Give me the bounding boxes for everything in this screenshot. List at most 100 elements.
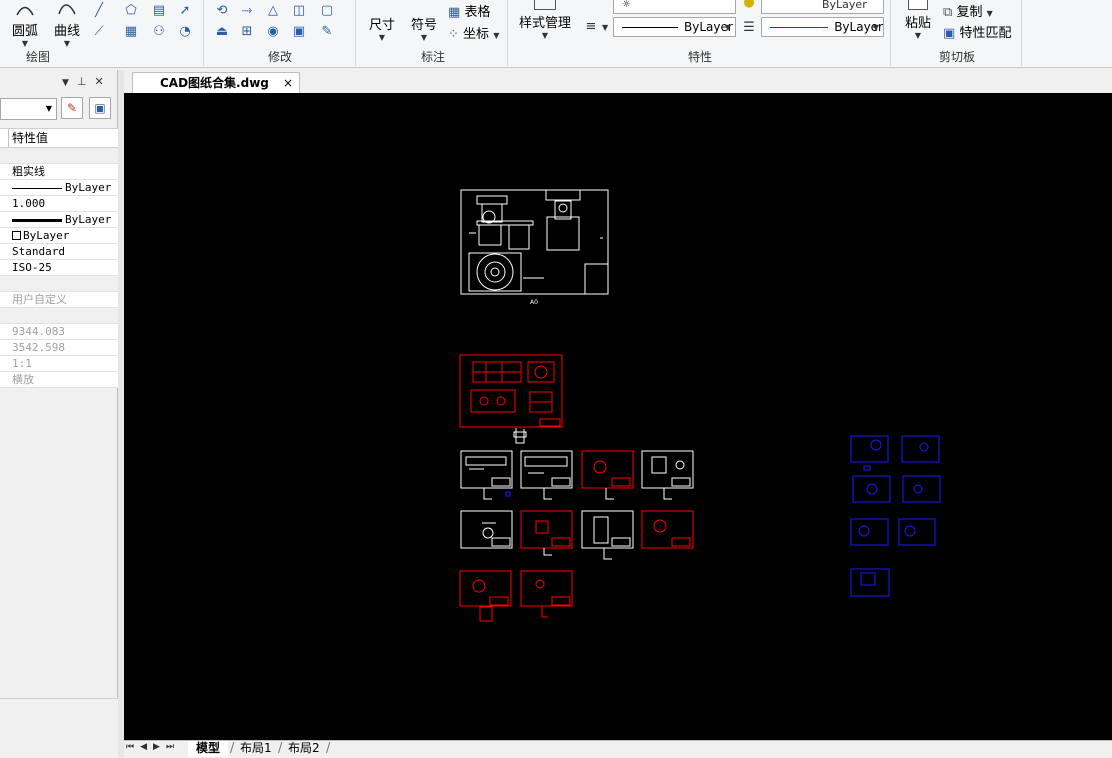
arc-button[interactable]: 圆弧 ▼ (8, 2, 42, 48)
property-rows: 粗实线 ByLayer 1.000 ByLayer ByLayer Standard ISO… (0, 148, 118, 388)
offset-icon[interactable]: ▣ (290, 23, 308, 39)
property-row[interactable] (0, 308, 118, 324)
array-icon[interactable]: ⊞ (238, 23, 256, 39)
polyline-icon[interactable]: ⟋ (90, 23, 108, 39)
shape-icon[interactable]: ⬠ (122, 2, 140, 18)
sheet-row2-3[interactable] (581, 510, 634, 560)
move-icon[interactable]: ⟲ (213, 2, 231, 18)
symbol-button[interactable]: 符号 ▼ (406, 4, 442, 42)
color-combo[interactable]: ByLayer ▼ (761, 17, 884, 37)
coordinate-button[interactable]: ⁘ 坐标 ▼ (448, 23, 499, 42)
main-sheet[interactable] (460, 189, 609, 295)
leader-line (543, 548, 552, 556)
color-combo-top[interactable]: ByLayer (761, 0, 884, 14)
hatch-icon[interactable]: ▤ (150, 2, 168, 18)
blue-sheet-4[interactable] (902, 475, 941, 503)
copy-icon: ⧉ (943, 5, 953, 20)
property-row[interactable]: 3542.598 (0, 340, 118, 356)
select-objects-button[interactable]: ▣ (89, 97, 111, 119)
list-icon[interactable]: ≡ (582, 18, 600, 34)
stretch-icon[interactable]: ⏏ (213, 23, 231, 39)
sheet-row2-1[interactable] (460, 510, 513, 549)
property-row[interactable] (0, 276, 118, 292)
table-label: 表格 (464, 5, 491, 20)
property-value: ByLayer (23, 229, 70, 242)
linetype-combo-top[interactable]: ☼ (613, 0, 736, 14)
sheet-row3-2[interactable] (520, 570, 573, 618)
property-value: 1.000 (12, 197, 46, 210)
separator (355, 0, 356, 66)
point-icon[interactable]: ➚ (176, 2, 194, 18)
sheet-row2-2[interactable] (520, 510, 573, 549)
sheet-row1-2[interactable] (520, 450, 573, 500)
property-value: 3542.598 (12, 341, 65, 354)
scale-icon[interactable]: ◫ (290, 2, 308, 18)
sheet-row2-4[interactable] (641, 510, 694, 549)
sheet-row3-1[interactable] (459, 570, 512, 622)
document-tab[interactable]: CAD图纸合集.dwg × (132, 72, 300, 93)
trim-icon[interactable]: ⤑ (238, 2, 256, 18)
visibility-icon: ☼ (622, 0, 631, 10)
style-manager-button[interactable]: 样式管理 ▼ (515, 0, 575, 40)
property-row[interactable]: ByLayer (0, 180, 118, 196)
property-row[interactable]: ByLayer (0, 212, 118, 228)
drawing-svg[interactable]: A0 (124, 93, 1112, 740)
property-value: 用户自定义 (12, 293, 67, 306)
mirror-icon[interactable]: △ (264, 2, 282, 18)
blue-sheet-6[interactable] (898, 518, 936, 546)
blue-sheet-3[interactable] (852, 475, 891, 503)
line-icon[interactable]: ╱ (90, 2, 108, 18)
close-tab-icon[interactable]: × (283, 73, 293, 93)
palette-close-icon[interactable]: ✕ (95, 75, 112, 88)
sheet-row1-1[interactable] (460, 450, 513, 500)
linetype-combo[interactable]: ByLayer ▼ (613, 17, 736, 37)
copy-button[interactable]: ⧉ 复制 ▼ (943, 1, 993, 20)
property-row[interactable]: Standard (0, 244, 118, 260)
line-sample (12, 218, 62, 222)
property-row[interactable]: ISO-25 (0, 260, 118, 276)
tab-layout1[interactable]: 布局1 (232, 741, 280, 757)
toggle-pickadd-button[interactable]: ✎ (61, 97, 83, 119)
tab-nav-arrows[interactable]: ⏮◀▶⏭ (126, 742, 180, 752)
curve-button[interactable]: 曲线 ▼ (50, 2, 84, 48)
explode-icon[interactable]: ▢ (318, 2, 336, 18)
rectangle-icon[interactable]: ▦ (122, 23, 140, 39)
coordinate-dropdown-icon: ▼ (493, 31, 500, 40)
pin-icon[interactable]: ⊥ (77, 75, 95, 88)
tab-layout2[interactable]: 布局2 (280, 741, 328, 757)
property-row[interactable]: 横放 (0, 372, 118, 388)
property-row[interactable] (0, 148, 118, 164)
property-row[interactable]: 9344.083 (0, 324, 118, 340)
paste-button[interactable]: 粘贴 ▼ (898, 0, 938, 40)
arc-label: 圆弧 (11, 24, 38, 39)
boundary-icon[interactable]: ◔ (176, 23, 194, 39)
blue-sheet-7[interactable] (850, 568, 890, 597)
red-large-sheet[interactable] (459, 354, 563, 428)
object-type-select[interactable]: ▼ (0, 98, 57, 120)
sheet-row1-4[interactable] (641, 450, 694, 500)
match-properties-button[interactable]: ▣ 特性匹配 (943, 22, 1011, 41)
table-button[interactable]: ▦ 表格 (448, 1, 490, 20)
drawing-canvas[interactable]: A0 (124, 93, 1112, 740)
rotate-icon[interactable]: ◉ (264, 23, 282, 39)
symbol-label: 符号 (410, 18, 437, 33)
sheet-row1-3[interactable] (581, 450, 634, 489)
palette-menu-icon[interactable]: ▼ (62, 78, 77, 88)
region-icon[interactable]: ⚇ (150, 23, 168, 39)
curve-icon (58, 4, 76, 15)
blue-sheet-5[interactable] (850, 518, 889, 546)
property-row[interactable]: 1:1 (0, 356, 118, 372)
list-dropdown-icon[interactable]: ▼ (602, 23, 608, 32)
blue-sheet-2[interactable] (901, 435, 940, 463)
blue-sheet-1[interactable] (850, 435, 889, 471)
property-row[interactable]: 粗实线 (0, 164, 118, 180)
property-row[interactable]: ByLayer (0, 228, 118, 244)
edit-icon[interactable]: ✎ (318, 23, 336, 39)
property-row[interactable]: 1.000 (0, 196, 118, 212)
property-row[interactable]: 用户自定义 (0, 292, 118, 308)
style-manager-icon (534, 0, 556, 10)
dimension-button[interactable]: 尺寸 ▼ (364, 4, 400, 42)
document-tab-title: CAD图纸合集.dwg (160, 76, 269, 90)
select-objects-icon: ▣ (94, 101, 106, 115)
tab-model[interactable]: 模型 (188, 741, 229, 757)
